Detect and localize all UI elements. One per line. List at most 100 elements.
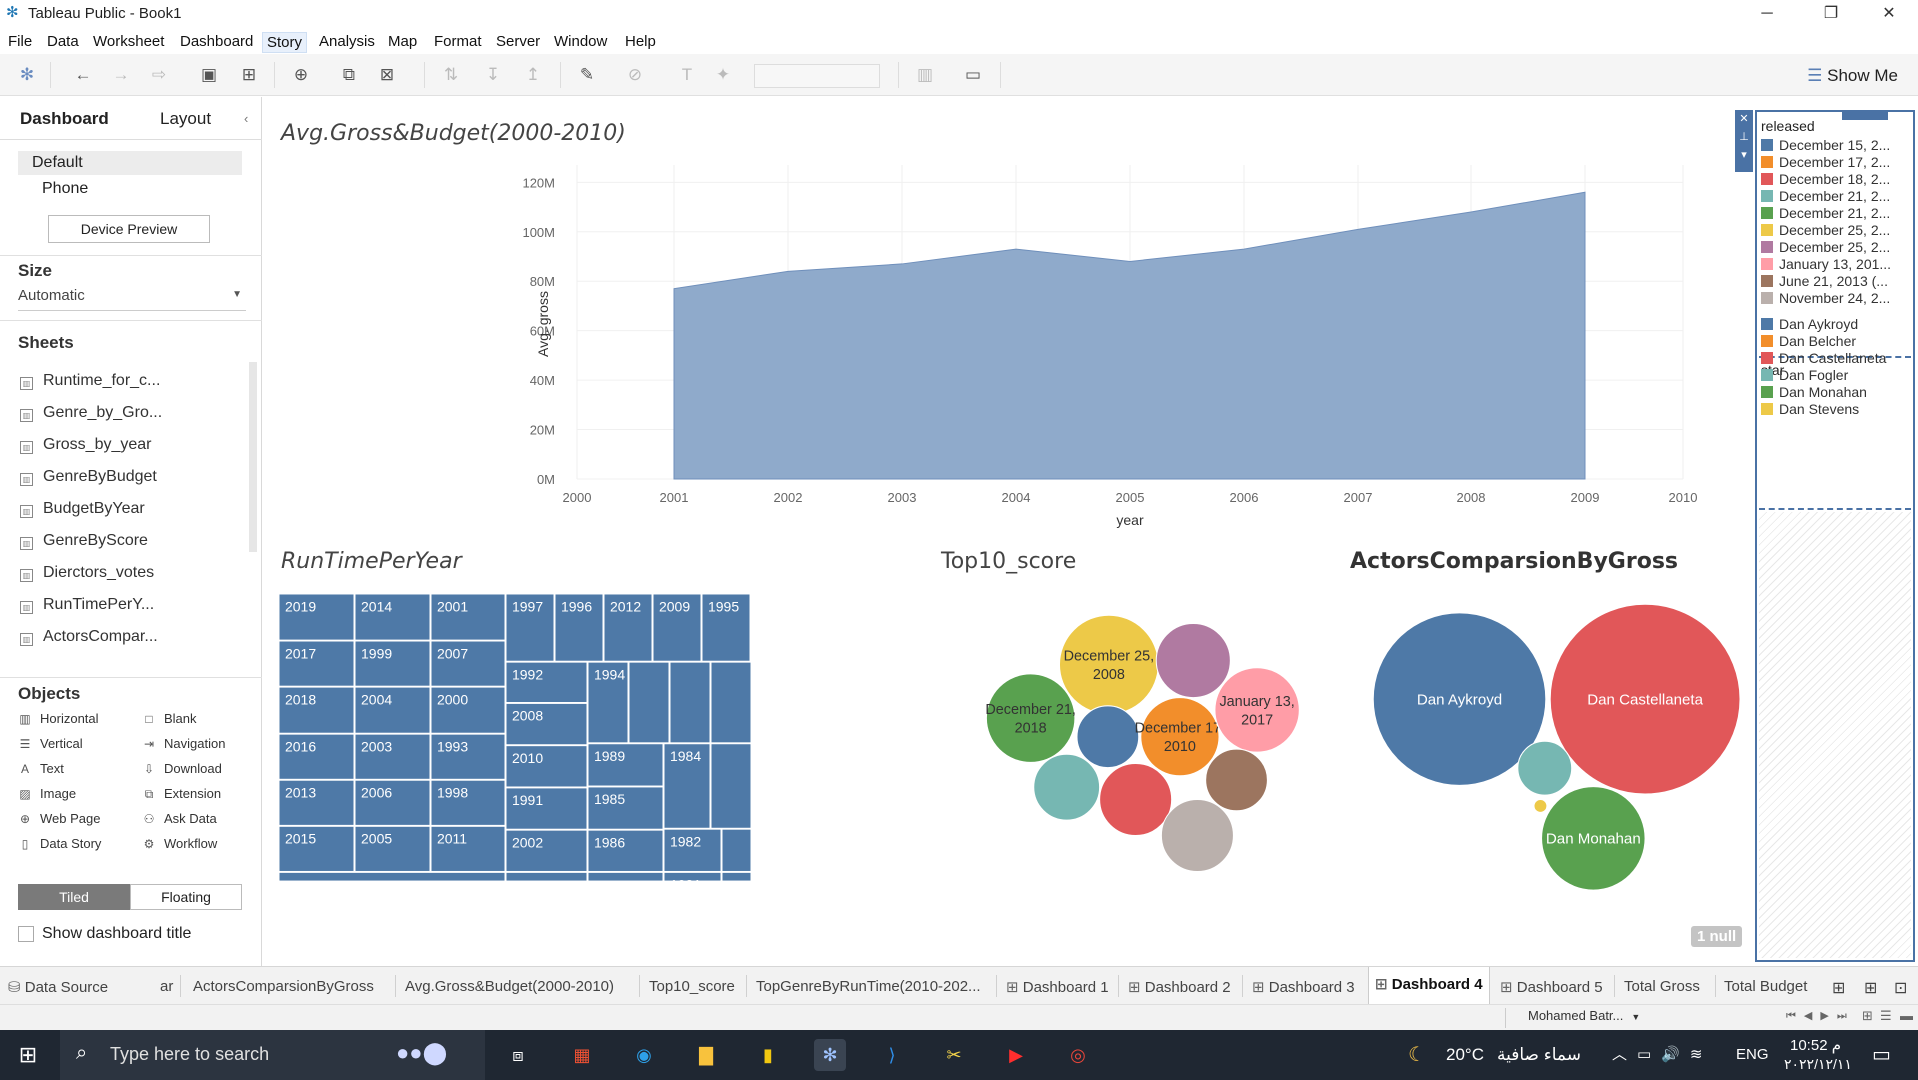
legend-item[interactable]: December 17, 2... [1761, 154, 1911, 170]
tab-dashboard[interactable]: ⊞ Dashboard 3 [1252, 978, 1355, 996]
tab-sheet[interactable]: Top10_score [649, 978, 735, 995]
null-indicator[interactable]: 1 null [1691, 926, 1743, 947]
score-bubble[interactable] [1155, 622, 1231, 699]
treemap-cell[interactable] [721, 828, 751, 872]
floating-toggle[interactable]: Floating [130, 884, 242, 910]
legend-item[interactable]: December 15, 2... [1761, 137, 1911, 153]
treemap-cell[interactable] [669, 661, 711, 744]
legend-item[interactable]: January 13, 201... [1761, 256, 1911, 272]
new-dashboard-icon[interactable]: ⊞ [1864, 978, 1877, 998]
device-preview-button[interactable]: Device Preview [48, 215, 210, 243]
menu-server[interactable]: Server [492, 32, 544, 51]
tiled-toggle[interactable]: Tiled [18, 884, 130, 910]
user-menu[interactable]: Mohamed Batr... ▼ [1505, 1008, 1655, 1028]
legend-item[interactable]: Dan Stevens [1761, 401, 1911, 417]
legend-item[interactable]: Dan Aykroyd [1761, 316, 1911, 332]
close-icon[interactable]: ✕ [1866, 0, 1912, 28]
sheet-item[interactable]: ▥ RunTimePerY... [20, 596, 154, 614]
vscode-icon[interactable]: ⟩ [876, 1039, 908, 1071]
swap-icon[interactable]: ⇅ [440, 64, 462, 86]
new-story-icon[interactable]: ⊡ [1894, 978, 1907, 998]
menu-dashboard[interactable]: Dashboard [176, 32, 257, 51]
chevron-down-icon[interactable]: ▾ [1735, 146, 1753, 164]
device-default[interactable]: Default [32, 154, 83, 172]
menu-worksheet[interactable]: Worksheet [89, 32, 168, 51]
undo-icon[interactable]: ← [72, 64, 94, 86]
labels-icon[interactable]: T [676, 64, 698, 86]
new-worksheet-icon[interactable]: ⊞ [1832, 978, 1845, 998]
menu-help[interactable]: Help [621, 32, 660, 51]
sheet-item[interactable]: ▥ GenreByBudget [20, 468, 157, 486]
menu-file[interactable]: File [4, 32, 36, 51]
device-phone[interactable]: Phone [42, 180, 88, 198]
actors-gross-bubbles[interactable]: Dan Aykroyd Dan Castellaneta Dan Monahan [1343, 592, 1753, 912]
tab-dashboard[interactable]: ⊞ Dashboard 5 [1500, 978, 1603, 996]
sheet-navigation-icons[interactable]: ⏮◀▶⏭ [1786, 1009, 1855, 1023]
object-ask-data[interactable]: ⚇ Ask Data [142, 811, 217, 826]
system-tray-icons[interactable]: ︿▭🔊≋ [1612, 1043, 1712, 1064]
filmstrip-icon[interactable]: ☰ [1880, 1008, 1892, 1024]
show-me-button[interactable]: ☰ Show Me [1807, 66, 1898, 86]
sheet-item[interactable]: ▥ ActorsCompar... [20, 628, 158, 646]
object-horizontal[interactable]: ▥ Horizontal [18, 711, 98, 726]
tab-sheet[interactable]: Avg.Gross&Budget(2000-2010) [405, 978, 614, 995]
legend-item[interactable]: November 24, 2... [1761, 290, 1911, 306]
sort-asc-icon[interactable]: ↧ [482, 64, 504, 86]
sheet-item[interactable]: ▥ Gross_by_year [20, 436, 152, 454]
pin-icon[interactable]: ✦ [712, 64, 734, 86]
menu-window[interactable]: Window [550, 32, 611, 51]
tab-data-source[interactable]: ⛁ Data Source [8, 978, 108, 996]
score-bubble[interactable] [1099, 762, 1173, 837]
chrome-icon[interactable]: ◎ [1062, 1039, 1094, 1071]
tab-dashboard[interactable]: ⊞ Dashboard 2 [1128, 978, 1231, 996]
sheet-item[interactable]: ▥ Runtime_for_c... [20, 372, 160, 390]
new-worksheet-icon[interactable]: ⊕ [290, 64, 312, 86]
score-bubble[interactable] [985, 673, 1076, 763]
treemap-cell[interactable] [587, 871, 664, 882]
treemap-chart[interactable]: 2019 2014 2001 1997 1996 2012 2009 1995 2017 1999… [279, 594, 751, 883]
notifications-icon[interactable]: ▭ [1872, 1042, 1891, 1067]
object-data-story[interactable]: ▯ Data Story [18, 836, 102, 851]
collapse-panel-icon[interactable]: ‹ [244, 111, 248, 126]
sheet-item[interactable]: ▥ BudgetByYear [20, 500, 145, 518]
score-bubble[interactable] [1058, 614, 1159, 715]
legend-controls[interactable]: ✕ ⊥ ▾ [1735, 110, 1753, 172]
object-download[interactable]: ⇩ Download [142, 761, 222, 776]
file-explorer-icon[interactable]: ▇ [690, 1039, 722, 1071]
tab-sheet[interactable]: Total Budget [1724, 978, 1807, 995]
menu-story[interactable]: Story [262, 32, 308, 53]
object-vertical[interactable]: ☰ Vertical [18, 736, 83, 751]
score-bubble[interactable] [1205, 748, 1268, 812]
tabs-view-icon[interactable]: ▬ [1900, 1008, 1913, 1023]
tab-dashboard[interactable]: ⊞ Dashboard 1 [1006, 978, 1109, 996]
tab-dashboard[interactable]: Dashboard [20, 109, 109, 129]
presentation-icon[interactable]: ▭ [962, 64, 984, 86]
tab-sheet[interactable]: TopGenreByRunTime(2010-202... [756, 978, 981, 995]
treemap-cell[interactable] [505, 871, 588, 882]
edge-icon[interactable]: ◉ [628, 1039, 660, 1071]
tab-dashboard-active[interactable]: ⊞ Dashboard 4 [1368, 967, 1490, 1005]
legend-item[interactable]: Dan Belcher [1761, 333, 1911, 349]
treemap-cell[interactable] [721, 871, 751, 882]
object-workflow[interactable]: ⚙ Workflow [142, 836, 218, 851]
sheets-scrollbar[interactable] [249, 362, 257, 552]
minimize-icon[interactable]: ─ [1744, 0, 1790, 28]
replay-icon[interactable]: ⇨ [148, 64, 170, 86]
tab-sheet[interactable]: ActorsComparsionByGross [193, 978, 374, 995]
score-bubble[interactable] [1076, 705, 1140, 769]
actor-bubble[interactable] [1533, 798, 1548, 813]
tab-sheet[interactable]: Total Gross [1624, 978, 1700, 995]
sheet-item[interactable]: ▥ Dierctors_votes [20, 564, 154, 582]
menu-map[interactable]: Map [384, 32, 421, 51]
treemap-cell[interactable] [710, 743, 751, 829]
sort-desc-icon[interactable]: ↥ [522, 64, 544, 86]
sheet-item[interactable]: ▥ Genre_by_Gro... [20, 404, 162, 422]
legend-item[interactable]: Dan Castellaneta [1761, 350, 1911, 366]
score-bubble[interactable] [1160, 798, 1234, 873]
drag-handle[interactable] [1842, 110, 1888, 120]
highlight-icon[interactable]: ✎ [576, 64, 598, 86]
tableau-taskbar-icon[interactable]: ✻ [814, 1039, 846, 1071]
treemap-cell[interactable] [279, 871, 506, 882]
object-text[interactable]: A Text [18, 761, 64, 776]
pin-icon[interactable]: ⊥ [1735, 128, 1753, 146]
